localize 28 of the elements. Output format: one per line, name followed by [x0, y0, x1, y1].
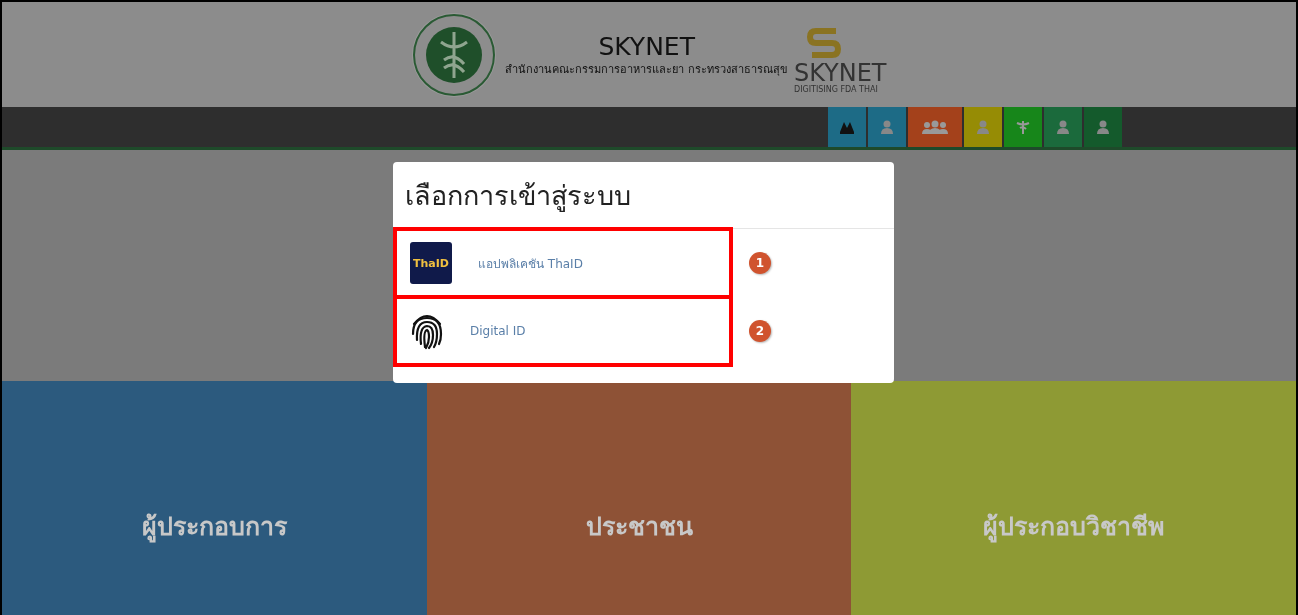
nav-tile[interactable]	[908, 107, 962, 147]
nav-tile[interactable]	[1004, 107, 1042, 147]
step-number-badge: 2	[749, 320, 771, 342]
site-title: SKYNET	[598, 31, 695, 62]
logo-wordmark: SKYNET	[793, 60, 887, 85]
caduceus-icon	[1016, 120, 1030, 134]
group-icon	[922, 120, 948, 134]
mountain-logo-icon	[839, 120, 855, 134]
person-icon	[1097, 120, 1109, 134]
person-icon	[1057, 120, 1069, 134]
nav-tile[interactable]	[868, 107, 906, 147]
thaid-logo: ThaID	[410, 242, 452, 284]
fingerprint-icon	[410, 312, 444, 350]
category-panel[interactable]: ผู้ประกอบการ	[2, 381, 427, 615]
nav-tile[interactable]	[964, 107, 1002, 147]
nav-tile[interactable]	[1044, 107, 1082, 147]
category-panel[interactable]: ประชาชน	[427, 381, 851, 615]
login-option-link[interactable]: Digital ID	[470, 324, 526, 338]
ministry-emblem-icon	[411, 11, 498, 98]
logo-tagline: DIGITISING FDA THAI	[793, 84, 878, 95]
step-number-badge: 1	[749, 252, 771, 274]
person-icon	[977, 120, 989, 134]
person-icon	[881, 120, 893, 134]
agency-name: สำนักงานคณะกรรมการอาหารและยา กระทรวงสาธารณสุข	[505, 61, 788, 78]
login-option-link[interactable]: แอปพลิเคชัน ThaID	[478, 253, 583, 273]
dialog-title: เลือกการเข้าสู่ระบบ	[393, 162, 894, 229]
nav-tile[interactable]	[828, 107, 866, 147]
nav-tile[interactable]	[1084, 107, 1122, 147]
